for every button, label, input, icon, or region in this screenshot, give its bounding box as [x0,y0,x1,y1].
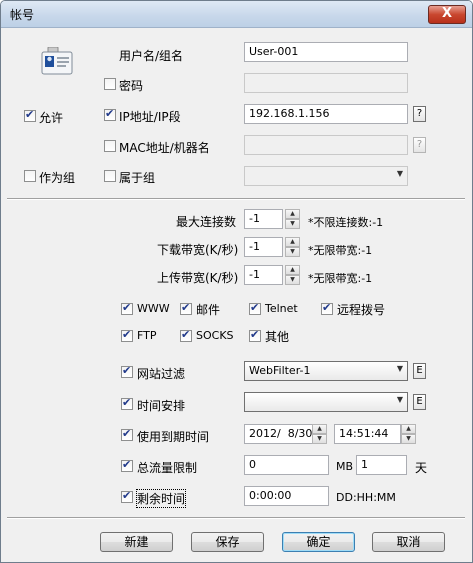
spin-up-icon[interactable]: ▲ [285,265,300,275]
web-filter-edit-button[interactable]: E [413,363,426,379]
protocol-ftp-checkbox[interactable] [121,328,133,342]
protocol-mail-label: 邮件 [196,303,221,317]
expiry-time-input[interactable]: 14:51:44 [334,424,401,444]
password-input[interactable] [244,73,408,93]
save-button[interactable]: 保存 [191,532,264,552]
protocol-www-label: WWW [137,302,170,315]
as-group-checkbox[interactable] [24,170,36,182]
remaining-time-checkbox[interactable] [121,489,133,503]
allow-label: 允许 [39,111,64,125]
traffic-limit-checkbox[interactable] [121,458,133,472]
schedule-edit-button[interactable]: E [413,394,426,410]
traffic-limit-input[interactable]: 0 [244,455,329,475]
expiry-date-spinner[interactable]: ▲ ▼ [312,424,327,444]
protocol-other-checkbox[interactable] [249,328,261,342]
spin-down-icon[interactable]: ▼ [312,434,327,444]
download-label: 下载带宽(K/秒) [157,243,239,257]
protocol-dialup-checkbox[interactable] [321,301,333,315]
mac-checkbox[interactable] [104,140,116,152]
protocol-socks-label: SOCKS [196,329,234,342]
ip-help-button[interactable]: ? [413,106,426,122]
password-checkbox[interactable] [104,78,116,90]
account-dialog: 帐号 X 用户名/组名 User-001 密码 允许 IP地址/IP段 192.… [0,0,473,563]
max-conn-label: 最大连接数 [176,215,237,229]
spin-up-icon[interactable]: ▲ [401,424,416,434]
web-filter-checkbox[interactable] [121,364,133,378]
ip-label: IP地址/IP段 [119,110,181,124]
traffic-limit-label: 总流量限制 [137,461,198,475]
protocol-telnet-label: Telnet [265,302,298,315]
as-group-label: 作为组 [39,171,76,185]
traffic-unit: MB [336,460,354,473]
username-label: 用户名/组名 [119,49,184,63]
download-input[interactable]: -1 [244,237,283,257]
max-conn-hint: *不限连接数:-1 [308,216,384,229]
expiry-date-input[interactable]: 2012/ 8/30 [244,424,314,444]
protocol-other-label: 其他 [265,330,290,344]
mac-label: MAC地址/机器名 [119,141,210,155]
expiry-time-spinner[interactable]: ▲ ▼ [401,424,416,444]
allow-checkbox[interactable] [24,108,36,122]
close-button[interactable]: X [428,5,466,24]
chevron-down-icon: ▼ [396,364,403,373]
group-select[interactable]: ▼ [244,166,408,186]
ok-button[interactable]: 确定 [282,532,355,552]
spin-down-icon[interactable]: ▼ [285,275,300,285]
cancel-button[interactable]: 取消 [372,532,445,552]
belongs-group-checkbox[interactable] [104,170,116,182]
web-filter-value: WebFilter-1 [249,364,311,377]
divider [7,517,465,519]
protocol-dialup-label: 远程拨号 [337,303,386,317]
upload-hint: *无限带宽:-1 [308,272,373,285]
spin-down-icon[interactable]: ▼ [401,434,416,444]
upload-label: 上传带宽(K/秒) [157,271,239,285]
chevron-down-icon: ▼ [396,169,403,178]
new-button[interactable]: 新建 [100,532,173,552]
divider [7,198,465,200]
spin-up-icon[interactable]: ▲ [285,209,300,219]
spin-down-icon[interactable]: ▼ [285,247,300,257]
expiry-label: 使用到期时间 [137,430,210,444]
web-filter-select[interactable]: WebFilter-1 ▼ [244,361,408,381]
username-input[interactable]: User-001 [244,42,408,62]
download-spinner[interactable]: ▲ ▼ [285,237,300,257]
traffic-days-unit: 天 [415,461,428,475]
protocol-socks-checkbox[interactable] [180,328,192,342]
mac-input[interactable] [244,135,408,155]
remaining-time-label: 剩余时间 [135,489,187,508]
web-filter-label: 网站过滤 [137,367,186,381]
spin-down-icon[interactable]: ▼ [285,219,300,229]
password-label: 密码 [119,79,144,93]
ip-input[interactable]: 192.168.1.156 [244,104,408,124]
spin-up-icon[interactable]: ▲ [312,424,327,434]
protocol-mail-checkbox[interactable] [180,301,192,315]
max-conn-input[interactable]: -1 [244,209,283,229]
chevron-down-icon: ▼ [396,395,403,404]
window-title: 帐号 [10,8,35,22]
schedule-label: 时间安排 [137,399,186,413]
expiry-checkbox[interactable] [121,427,133,441]
max-conn-spinner[interactable]: ▲ ▼ [285,209,300,229]
download-hint: *无限带宽:-1 [308,244,373,257]
traffic-days-input[interactable]: 1 [356,455,407,475]
schedule-checkbox[interactable] [121,396,133,410]
id-card-icon [41,47,73,75]
mac-help-button[interactable]: ? [413,137,426,153]
title-bar: 帐号 X [1,1,472,28]
protocol-www-checkbox[interactable] [121,301,133,315]
remaining-time-format: DD:HH:MM [336,491,396,504]
ip-checkbox[interactable] [104,107,116,121]
upload-spinner[interactable]: ▲ ▼ [285,265,300,285]
remaining-time-input[interactable]: 0:00:00 [244,486,329,506]
schedule-select[interactable]: ▼ [244,392,408,412]
protocol-telnet-checkbox[interactable] [249,301,261,315]
belongs-group-label: 属于组 [119,171,156,185]
upload-input[interactable]: -1 [244,265,283,285]
spin-up-icon[interactable]: ▲ [285,237,300,247]
protocol-ftp-label: FTP [137,329,157,342]
